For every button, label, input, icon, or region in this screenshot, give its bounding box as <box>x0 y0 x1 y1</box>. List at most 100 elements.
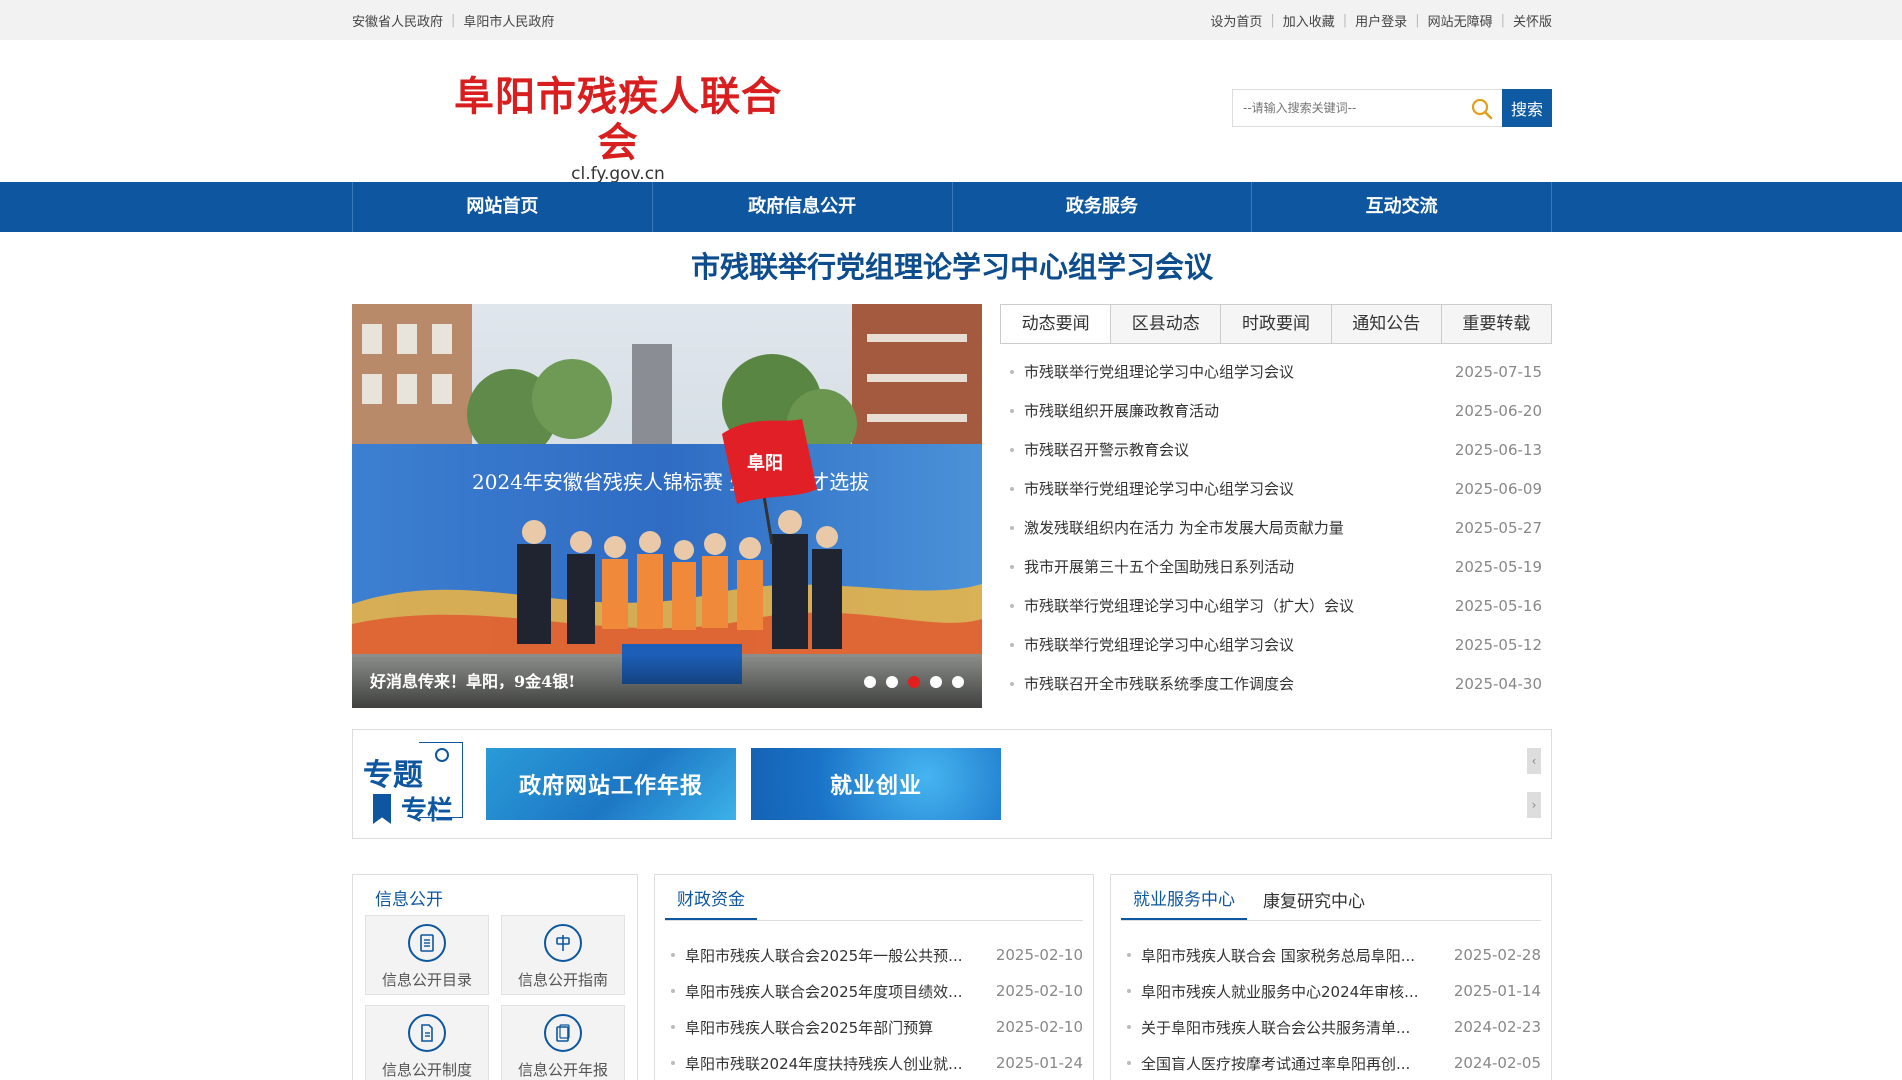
slider-dot-2[interactable] <box>886 676 898 688</box>
badge-label-2: 专栏 <box>401 796 454 826</box>
tab-political-news[interactable]: 时政要闻 <box>1221 305 1332 343</box>
list-item[interactable]: 阜阳市残疾人联合会2025年度项目绩效... 2025-02-10 <box>665 973 1083 1009</box>
list-item[interactable]: 激发残联组织内在活力 为全市发展大局贡献力量 2025-05-27 <box>1000 508 1552 547</box>
list-item[interactable]: 市残联召开警示教育会议 2025-06-13 <box>1000 430 1552 469</box>
tile-info-guide[interactable]: 信息公开指南 <box>501 915 625 995</box>
image-slider[interactable]: 2024年安徽省残疾人锦标赛 暨后备人才选拔 阜阳 好消息传来！阜阳，9金4银! <box>352 304 982 708</box>
news-title: 市残联举行党组理论学习中心组学习会议 <box>1024 636 1295 654</box>
chevron-right-icon[interactable]: › <box>1527 792 1541 818</box>
finance-title: 阜阳市残联2024年度扶持残疾人创业就... <box>685 1054 963 1073</box>
slider-dot-5[interactable] <box>952 676 964 688</box>
list-item[interactable]: 市残联举行党组理论学习中心组学习（扩大）会议 2025-05-16 <box>1000 586 1552 625</box>
news-date: 2025-05-16 <box>1454 596 1542 615</box>
top-right-links: 设为首页 | 加入收藏 | 用户登录 | 网站无障碍 | 关怀版 <box>1210 11 1552 30</box>
list-item[interactable]: 市残联举行党组理论学习中心组学习会议 2025-06-09 <box>1000 469 1552 508</box>
divider: | <box>1270 12 1275 28</box>
link-fuyang-gov[interactable]: 阜阳市人民政府 <box>463 11 554 30</box>
slider-dots <box>864 676 964 688</box>
tab-notices[interactable]: 通知公告 <box>1331 305 1442 343</box>
list-item[interactable]: 市残联组织开展廉政教育活动 2025-06-20 <box>1000 391 1552 430</box>
news-title: 市残联举行党组理论学习中心组学习会议 <box>1024 363 1295 381</box>
search-bar: 搜索 <box>1232 89 1552 127</box>
news-title: 市残联举行党组理论学习中心组学习（扩大）会议 <box>1024 597 1355 615</box>
list-item[interactable]: 阜阳市残疾人联合会2025年部门预算 2025-02-10 <box>665 1009 1083 1045</box>
slider-dot-4[interactable] <box>930 676 942 688</box>
slider-dot-3[interactable] <box>908 676 920 688</box>
employment-tabbar: 就业服务中心 康复研究中心 <box>1121 875 1541 921</box>
news-title: 激发残联组织内在活力 为全市发展大局贡献力量 <box>1024 519 1344 537</box>
tab-district-news[interactable]: 区县动态 <box>1111 305 1222 343</box>
list-item[interactable]: 阜阳市残疾人联合会 国家税务总局阜阳... 2025-02-28 <box>1121 937 1541 973</box>
report-icon <box>544 1014 582 1052</box>
nav-gov-service[interactable]: 政务服务 <box>953 182 1253 232</box>
employment-title: 全国盲人医疗按摩考试通过率阜阳再创... <box>1141 1054 1411 1073</box>
bookmark-icon <box>373 794 391 824</box>
search-icon[interactable] <box>1470 97 1494 121</box>
special-topics: 专题 专栏 政府网站工作年报 就业创业 ‹ › <box>352 729 1552 839</box>
divider: | <box>1415 12 1420 28</box>
news-date: 2025-07-15 <box>1454 362 1542 381</box>
slider-dot-1[interactable] <box>864 676 876 688</box>
guide-icon <box>544 924 582 962</box>
list-item[interactable]: 市残联举行党组理论学习中心组学习会议 2025-05-12 <box>1000 625 1552 664</box>
tile-info-catalog[interactable]: 信息公开目录 <box>365 915 489 995</box>
catalog-icon <box>408 924 446 962</box>
news-title: 市残联举行党组理论学习中心组学习会议 <box>1024 480 1295 498</box>
finance-date: 2025-02-10 <box>995 946 1083 964</box>
link-set-homepage[interactable]: 设为首页 <box>1210 11 1262 30</box>
list-item[interactable]: 全国盲人医疗按摩考试通过率阜阳再创... 2024-02-05 <box>1121 1045 1541 1080</box>
news-date: 2025-05-12 <box>1454 635 1542 654</box>
special-topics-badge: 专题 专栏 <box>361 732 465 832</box>
link-care-mode[interactable]: 关怀版 <box>1513 11 1552 30</box>
tile-info-rules[interactable]: 信息公开制度 <box>365 1005 489 1080</box>
header: 阜阳市残疾人联合会 cl.fy.gov.cn 搜索 <box>0 40 1902 185</box>
search-box <box>1232 89 1502 127</box>
top-bar: 安徽省人民政府 | 阜阳市人民政府 设为首页 | 加入收藏 | 用户登录 | 网… <box>0 0 1902 40</box>
banner-employment[interactable]: 就业创业 <box>751 748 1001 820</box>
tab-rehab-center[interactable]: 康复研究中心 <box>1251 887 1377 920</box>
news-title: 市残联召开全市残联系统季度工作调度会 <box>1024 675 1295 693</box>
main-nav: 网站首页 政府信息公开 政务服务 互动交流 <box>0 182 1902 232</box>
tab-employment-center[interactable]: 就业服务中心 <box>1121 885 1247 920</box>
link-add-favorite[interactable]: 加入收藏 <box>1283 11 1335 30</box>
employment-list: 阜阳市残疾人联合会 国家税务总局阜阳... 2025-02-28 阜阳市残疾人就业… <box>1121 937 1541 1080</box>
finance-date: 2025-02-10 <box>995 1018 1083 1036</box>
link-anhui-gov[interactable]: 安徽省人民政府 <box>352 11 443 30</box>
list-item[interactable]: 市残联举行党组理论学习中心组学习会议 2025-07-15 <box>1000 352 1552 391</box>
link-accessibility[interactable]: 网站无障碍 <box>1428 11 1493 30</box>
tile-label: 信息公开年报 <box>517 1061 608 1079</box>
site-logo[interactable]: 阜阳市残疾人联合会 cl.fy.gov.cn <box>438 74 798 185</box>
tab-dynamic-news[interactable]: 动态要闻 <box>1001 305 1112 343</box>
employment-date: 2024-02-05 <box>1453 1054 1541 1072</box>
news-date: 2025-06-20 <box>1454 401 1542 420</box>
logo-domain: cl.fy.gov.cn <box>571 164 665 184</box>
news-panel: 动态要闻 区县动态 时政要闻 通知公告 重要转载 市残联举行党组理论学习中心组学… <box>1000 304 1552 703</box>
nav-gov-info[interactable]: 政府信息公开 <box>653 182 953 232</box>
list-item[interactable]: 阜阳市残疾人就业服务中心2024年审核... 2025-01-14 <box>1121 973 1541 1009</box>
nav-interaction[interactable]: 互动交流 <box>1252 182 1552 232</box>
nav-home[interactable]: 网站首页 <box>353 182 653 232</box>
list-item[interactable]: 关于阜阳市残疾人联合会公共服务清单... 2024-02-23 <box>1121 1009 1541 1045</box>
finance-date: 2025-01-24 <box>995 1054 1083 1072</box>
search-button[interactable]: 搜索 <box>1502 89 1552 127</box>
list-item[interactable]: 市残联召开全市残联系统季度工作调度会 2025-04-30 <box>1000 664 1552 703</box>
banner-annual-report[interactable]: 政府网站工作年报 <box>486 748 736 820</box>
news-tabs: 动态要闻 区县动态 时政要闻 通知公告 重要转载 <box>1000 304 1552 344</box>
search-input[interactable] <box>1233 90 1463 126</box>
list-item[interactable]: 我市开展第三十五个全国助残日系列活动 2025-05-19 <box>1000 547 1552 586</box>
news-date: 2025-05-19 <box>1454 557 1542 576</box>
employment-date: 2025-01-14 <box>1453 982 1541 1000</box>
slide-caption[interactable]: 好消息传来！阜阳，9金4银! <box>370 668 575 692</box>
employment-box: 就业服务中心 康复研究中心 阜阳市残疾人联合会 国家税务总局阜阳... 2025-… <box>1110 874 1552 1080</box>
tab-finance-funds[interactable]: 财政资金 <box>665 885 757 920</box>
link-user-login[interactable]: 用户登录 <box>1355 11 1407 30</box>
tile-label: 信息公开指南 <box>517 971 608 989</box>
tab-reprints[interactable]: 重要转载 <box>1441 305 1552 343</box>
chevron-left-icon[interactable]: ‹ <box>1527 748 1541 774</box>
news-date: 2025-05-27 <box>1454 518 1542 537</box>
divider: | <box>451 12 456 28</box>
list-item[interactable]: 阜阳市残联2024年度扶持残疾人创业就... 2025-01-24 <box>665 1045 1083 1080</box>
headline-news[interactable]: 市残联举行党组理论学习中心组学习会议 <box>352 244 1552 286</box>
list-item[interactable]: 阜阳市残疾人联合会2025年一般公共预... 2025-02-10 <box>665 937 1083 973</box>
tile-info-annual[interactable]: 信息公开年报 <box>501 1005 625 1080</box>
